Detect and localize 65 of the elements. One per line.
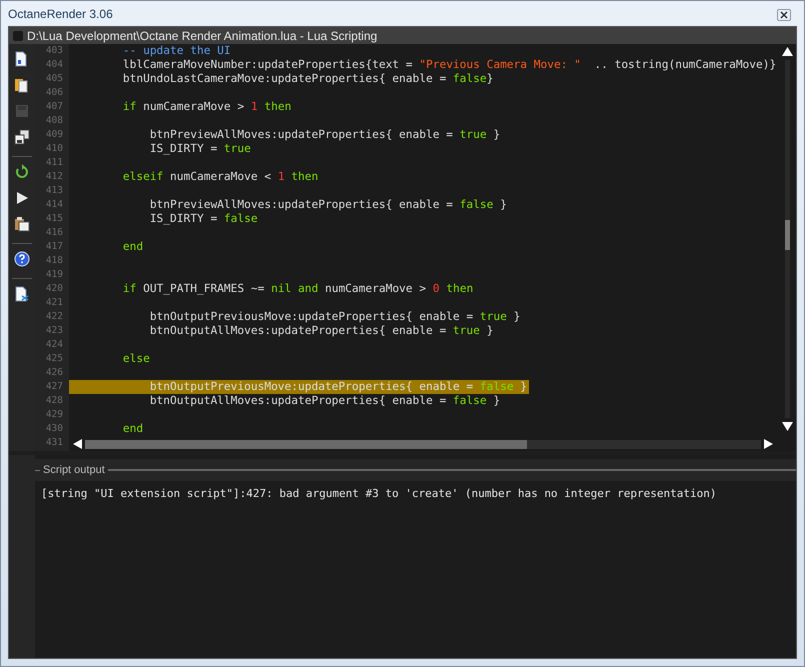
code-line: -- update the UI — [122, 44, 232, 58]
line-number: 412 — [46, 171, 63, 182]
line-number: 421 — [46, 297, 63, 308]
line-number: 409 — [46, 129, 63, 140]
line-number: 426 — [46, 367, 63, 378]
output-line: [string "UI extension script"]:427: bad argument #3 to 'create' (number has no integer representation) — [41, 487, 718, 501]
code-line: IS_DIRTY = true — [148, 142, 252, 156]
line-number: 422 — [46, 311, 63, 322]
line-number: 420 — [46, 283, 63, 294]
line-number: 429 — [46, 409, 63, 420]
line-number: 405 — [46, 73, 63, 84]
editor-title: D:\Lua Development\Octane Render Animation.lua - Lua Scripting — [27, 28, 378, 44]
code-line: btnOutputAllMoves:updateProperties{ enable = false } — [148, 394, 502, 408]
line-number: 413 — [46, 185, 63, 196]
line-number: 403 — [46, 45, 63, 56]
refresh-icon — [14, 164, 30, 180]
code-line: btnOutputAllMoves:updateProperties{ enable = true } — [148, 324, 494, 338]
code-line: else — [122, 352, 151, 366]
line-number: 419 — [46, 269, 63, 280]
clipboard-icon — [14, 216, 30, 232]
code-line: btnPreviewAllMoves:updateProperties{ enable = true } — [148, 128, 502, 142]
line-number: 408 — [46, 115, 63, 126]
section-title: Script output — [43, 462, 105, 478]
line-number: 431 — [46, 437, 63, 448]
line-number: 404 — [46, 59, 63, 70]
close-icon — [780, 10, 788, 18]
right-arrow-icon[interactable] — [764, 439, 773, 449]
up-arrow-icon[interactable] — [782, 47, 793, 56]
code-line: IS_DIRTY = false — [148, 212, 259, 226]
line-number: 416 — [46, 227, 63, 238]
window-title: OctaneRender 3.06 — [8, 6, 113, 22]
line-number: 423 — [46, 325, 63, 336]
code-line: if numCameraMove > 1 then — [122, 100, 292, 114]
close-button[interactable] — [777, 8, 791, 20]
code-line: end — [122, 240, 144, 254]
line-number: 415 — [46, 213, 63, 224]
code-line: btnUndoLastCameraMove:updateProperties{ enable = false} — [122, 72, 494, 86]
floppy-disks-icon — [14, 129, 30, 145]
help-icon — [14, 251, 30, 267]
line-number: 414 — [46, 199, 63, 210]
scrollbar-thumb[interactable] — [85, 440, 527, 448]
line-number: 417 — [46, 241, 63, 252]
code-line: elseif numCameraMove < 1 then — [122, 170, 320, 184]
window-icon — [13, 30, 23, 40]
line-number: 424 — [46, 339, 63, 350]
down-arrow-icon[interactable] — [782, 422, 793, 431]
line-number: 427 — [46, 381, 63, 392]
code-line: lblCameraMoveNumber:updateProperties{text = "Previous Camera Move: " .. tostring(numCameraMove)} — [122, 58, 778, 72]
line-number: 411 — [46, 157, 63, 168]
code-line: btnPreviewAllMoves:updateProperties{ enable = false } — [148, 198, 508, 212]
play-icon — [14, 190, 30, 206]
code-line: end — [122, 422, 144, 436]
code-line: if OUT_PATH_FRAMES ~= nil and numCameraMove > 0 then — [122, 282, 474, 296]
line-number: 407 — [46, 101, 63, 112]
line-number: 428 — [46, 395, 63, 406]
script-icon — [14, 286, 30, 302]
line-number: 425 — [46, 353, 63, 364]
folder-icon — [14, 77, 30, 93]
code-line: btnOutputPreviousMove:updateProperties{ enable = true } — [148, 310, 522, 324]
left-arrow-icon[interactable] — [73, 439, 82, 449]
line-number: 418 — [46, 255, 63, 266]
line-number: 430 — [46, 423, 63, 434]
line-number: 410 — [46, 143, 63, 154]
line-number: 406 — [46, 87, 63, 98]
scrollbar-thumb[interactable] — [785, 220, 790, 250]
